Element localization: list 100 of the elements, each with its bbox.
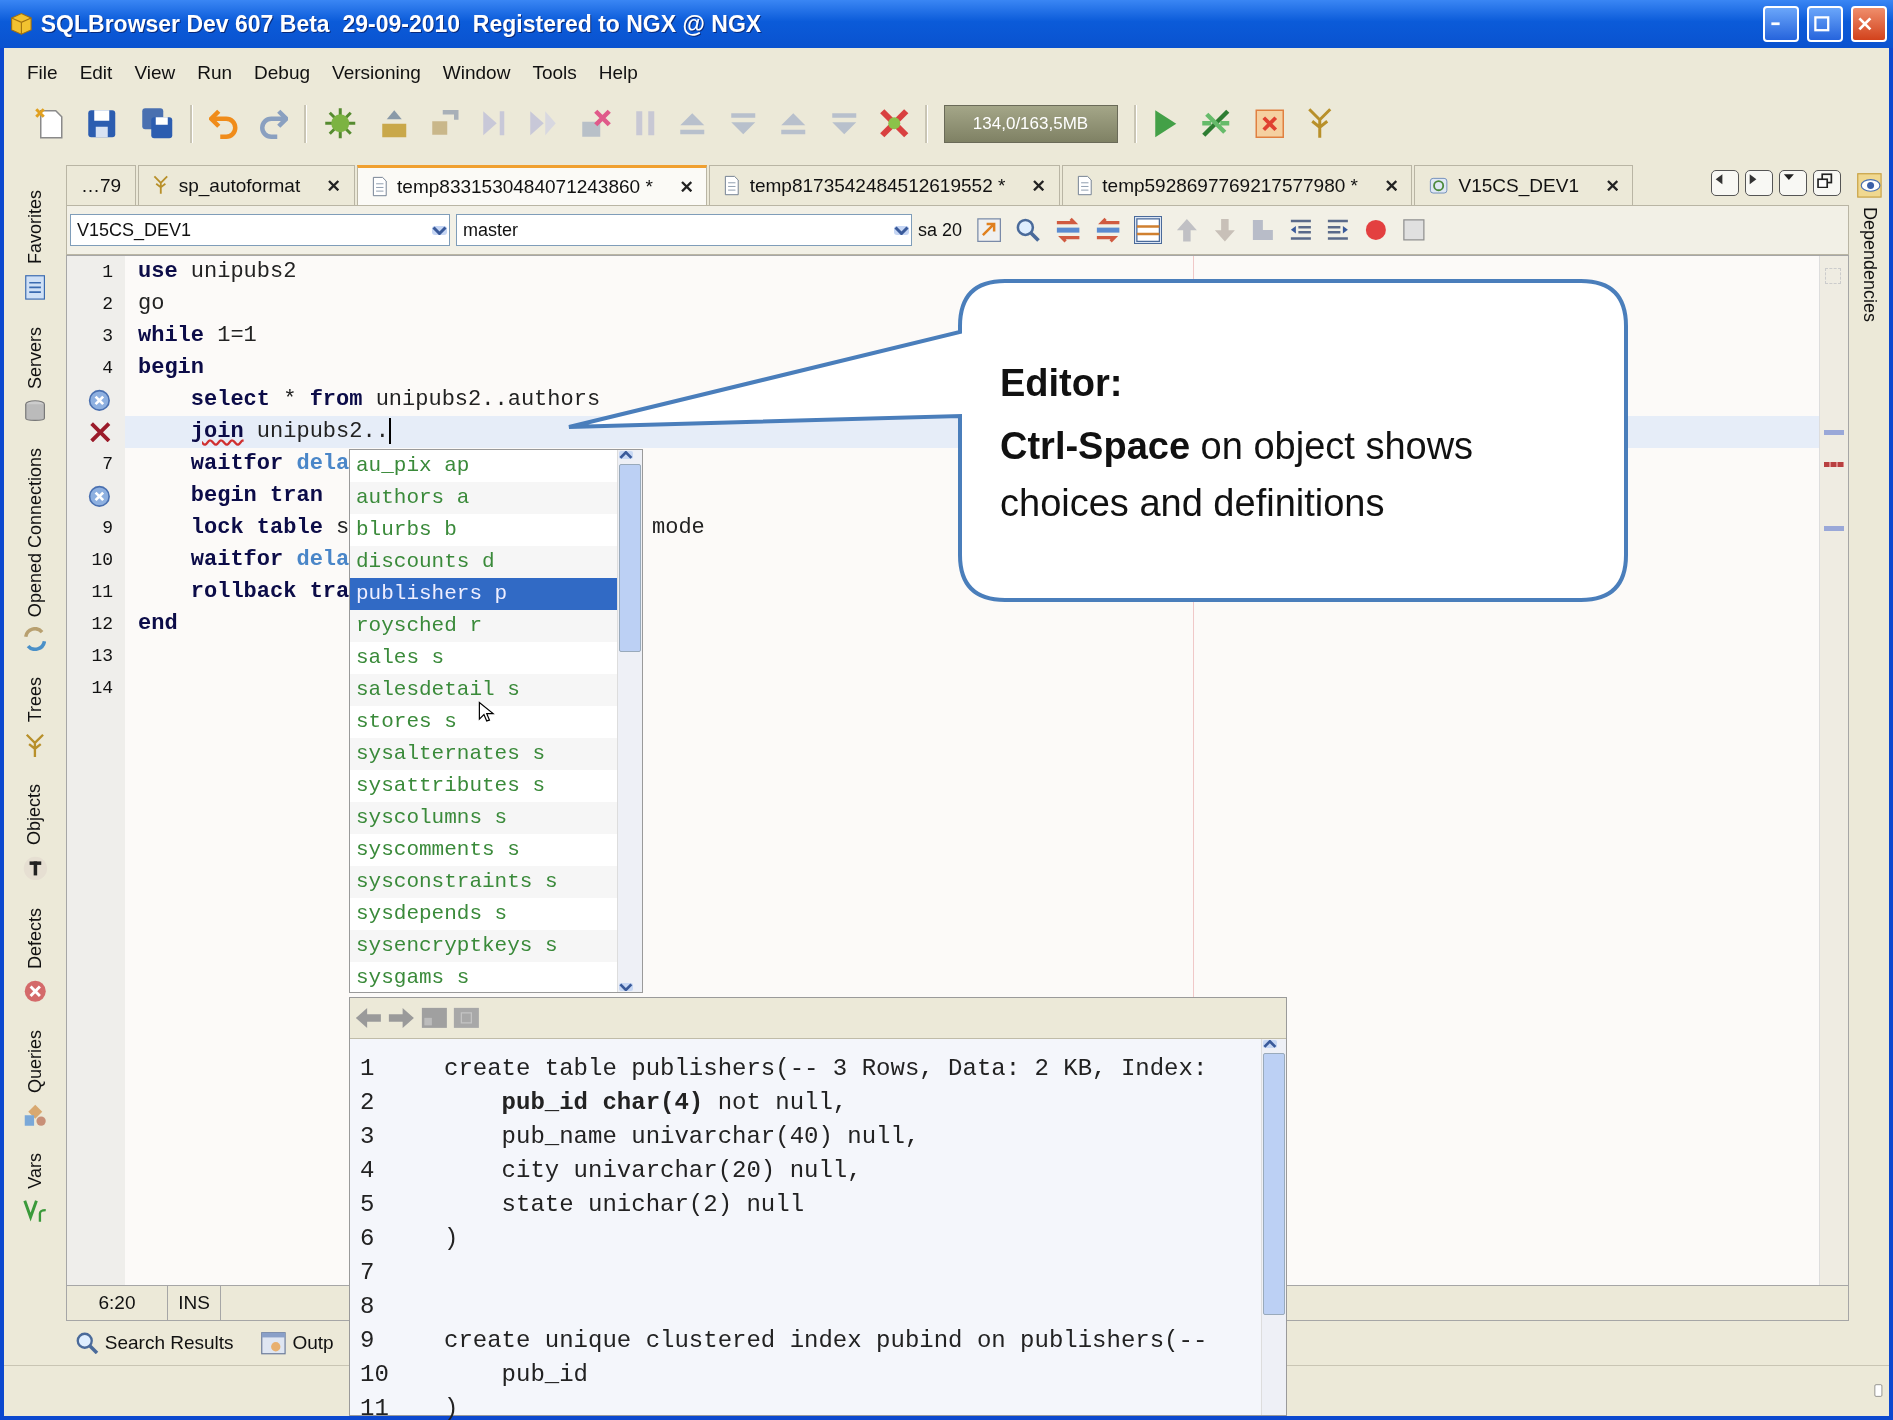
play-icon[interactable] (1152, 107, 1178, 140)
completion-item[interactable]: stores s (350, 706, 617, 738)
scroll-right-button[interactable] (1745, 169, 1773, 196)
side-tab[interactable]: Vars (24, 1153, 46, 1189)
stop-icon[interactable] (1253, 107, 1285, 140)
tab-list-button[interactable] (1779, 169, 1807, 196)
circle-x-icon[interactable] (88, 388, 111, 412)
completion-item[interactable]: sysattributes s (350, 770, 617, 802)
tree-icon[interactable] (1307, 107, 1333, 140)
close-icon[interactable] (328, 179, 340, 192)
side-tab[interactable]: Dependencies (1858, 206, 1880, 322)
editor-tab[interactable]: V15CS_DEV1 (1414, 165, 1634, 205)
save-icon[interactable] (86, 107, 118, 140)
type-icon[interactable] (21, 855, 49, 883)
document-icon[interactable] (419, 1006, 449, 1030)
search-icon[interactable] (1016, 217, 1041, 243)
completion-item[interactable]: sales s (350, 642, 617, 674)
editor-tab[interactable]: temp8331530484071243860 * (356, 165, 708, 205)
stop-icon[interactable] (1401, 218, 1426, 242)
scroll-down-icon[interactable] (619, 982, 633, 991)
completion-item[interactable]: sysencryptkeys s (350, 930, 617, 962)
step-icon[interactable] (430, 110, 459, 137)
close-button[interactable] (1851, 6, 1887, 42)
connection-icon[interactable] (23, 627, 47, 652)
cancel-icon[interactable] (580, 108, 612, 139)
undo-icon[interactable] (209, 108, 238, 139)
shapes-icon[interactable] (22, 1102, 48, 1128)
editor-tab[interactable]: …79 (66, 165, 137, 205)
scrollbar[interactable] (617, 450, 642, 992)
eye-icon[interactable] (1855, 172, 1883, 199)
scroll-up-icon[interactable] (1263, 1040, 1277, 1049)
stripe-mark[interactable] (1824, 462, 1844, 467)
completion-item[interactable]: salesdetail s (350, 674, 617, 706)
side-tab[interactable]: Favorites (24, 190, 46, 265)
error-icon[interactable] (90, 421, 111, 443)
side-tab[interactable]: Opened Connections (24, 448, 46, 618)
side-tab[interactable]: Trees (24, 677, 46, 723)
completion-item[interactable]: syscomments s (350, 834, 617, 866)
completion-item[interactable]: roysched r (350, 610, 617, 642)
close-icon[interactable] (1385, 179, 1398, 192)
completion-item[interactable]: sysalternates s (350, 738, 617, 770)
completion-item[interactable]: au_pix ap (350, 450, 617, 482)
document-icon[interactable] (452, 1006, 481, 1030)
database-dropdown[interactable]: master (456, 214, 912, 246)
gear-icon[interactable] (323, 106, 358, 141)
minimize-button[interactable] (1763, 6, 1799, 42)
save-all-icon[interactable] (139, 106, 174, 141)
indent-icon[interactable] (1326, 219, 1351, 241)
record-icon[interactable] (1364, 218, 1388, 242)
completion-item[interactable]: discounts d (350, 546, 617, 578)
close-icon[interactable] (680, 180, 693, 193)
document-icon[interactable] (23, 274, 47, 301)
side-tab[interactable]: Servers (24, 326, 46, 389)
menu-item[interactable]: Tools (521, 61, 588, 84)
editor-tab[interactable]: temp8173542484512619552 * (709, 165, 1060, 205)
error-icon[interactable] (22, 979, 48, 1004)
menu-item[interactable]: Debug (243, 61, 322, 84)
arrows-icon[interactable] (1094, 216, 1122, 244)
completion-item[interactable]: authors a (350, 482, 617, 514)
scroll-up-icon[interactable] (619, 451, 633, 460)
variable-icon[interactable] (22, 1198, 48, 1224)
menu-item[interactable]: Edit (68, 61, 124, 84)
menu-item[interactable]: File (16, 61, 69, 84)
side-tab[interactable]: Objects (24, 784, 46, 846)
completion-item[interactable]: sysdepends s (350, 898, 617, 930)
restore-button[interactable] (1813, 169, 1841, 196)
close-icon[interactable] (1033, 179, 1045, 192)
redo-icon[interactable] (259, 108, 288, 139)
forward-icon[interactable] (386, 1006, 416, 1030)
debug-icon[interactable] (1200, 109, 1232, 138)
panel-tab[interactable]: Search Results (76, 1331, 234, 1355)
grid-icon[interactable] (1135, 216, 1162, 244)
close-icon[interactable] (1606, 179, 1619, 192)
scrollbar[interactable] (1261, 1039, 1286, 1415)
completion-item[interactable]: blurbs b (350, 514, 617, 546)
completion-item[interactable]: publishers p (350, 578, 617, 610)
editor-tab[interactable]: temp5928697769217577980 * (1061, 165, 1413, 205)
menu-item[interactable]: View (123, 61, 187, 84)
panel-tab[interactable]: Outp (259, 1330, 334, 1356)
arrows-icon[interactable] (1054, 216, 1081, 244)
tree-icon[interactable] (25, 732, 45, 759)
menu-item[interactable]: Window (431, 61, 522, 84)
circle-x-icon[interactable] (88, 484, 111, 508)
completion-item[interactable]: sysconstraints s (350, 866, 617, 898)
menu-item[interactable]: Run (186, 61, 244, 84)
scroll-left-button[interactable] (1711, 169, 1739, 196)
bug-icon[interactable] (880, 109, 909, 138)
editor-tab[interactable]: sp_autoformat (138, 165, 355, 205)
side-tab[interactable]: Defects (24, 908, 46, 970)
side-tab[interactable]: Queries (24, 1029, 46, 1093)
server-dropdown[interactable]: V15CS_DEV1 (70, 214, 450, 246)
back-icon[interactable] (354, 1006, 383, 1030)
completion-item[interactable]: sysgams s (350, 962, 617, 994)
menu-item[interactable]: Versioning (321, 61, 432, 84)
database-icon[interactable] (23, 398, 47, 423)
completion-item[interactable]: syscolumns s (350, 802, 617, 834)
maximize-button[interactable] (1807, 6, 1843, 42)
menu-item[interactable]: Help (587, 61, 649, 84)
goto-icon[interactable] (976, 216, 1003, 244)
outdent-icon[interactable] (1288, 219, 1313, 241)
